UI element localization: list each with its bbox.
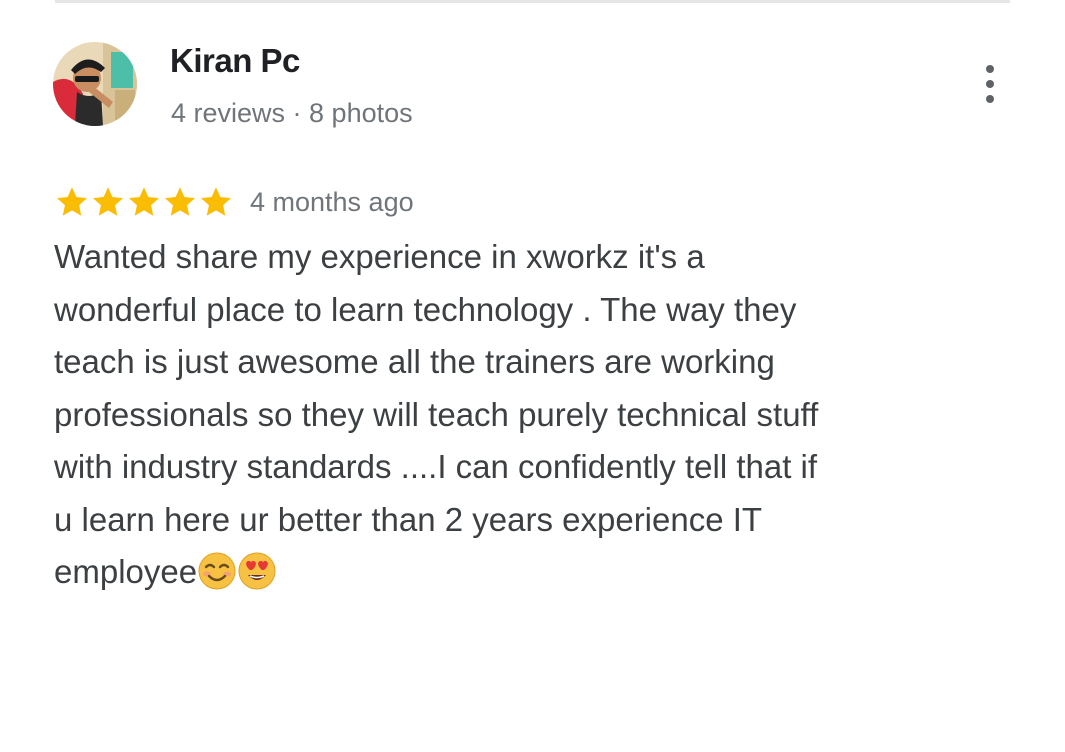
star-icon: [90, 184, 126, 220]
more-options-button[interactable]: [972, 60, 1008, 108]
reviewer-avatar[interactable]: [53, 42, 137, 126]
review-text-line: u learn here ur better than 2 years expe…: [54, 500, 763, 538]
heart-eyes-emoji: [237, 551, 277, 591]
review-text-line: teach is just awesome all the trainers a…: [54, 343, 775, 380]
star-icon: [162, 184, 198, 220]
review-text-last-line: employee: [54, 546, 954, 599]
star-icon: [126, 184, 162, 220]
review-text-line: Wanted share my experience in xworkz it'…: [54, 238, 705, 275]
review-text-line: wonderful place to learn technology . Th…: [54, 290, 797, 328]
review-text-line: employee: [54, 553, 198, 590]
review-text-line: professionals so they will teach purely …: [54, 395, 819, 433]
reviewer-name[interactable]: Kiran Pc: [170, 42, 300, 80]
reviewer-meta[interactable]: 4 reviews · 8 photos: [171, 98, 413, 129]
review-text-line: with industry standards ....I can confid…: [54, 448, 818, 485]
top-divider: [55, 0, 1010, 3]
review-time: 4 months ago: [250, 186, 414, 217]
review-text: Wanted share my experience in xworkz it'…: [54, 231, 954, 599]
smiling-face-emoji: [197, 551, 237, 591]
star-rating: [54, 184, 234, 220]
star-icon: [54, 184, 90, 220]
star-icon: [198, 184, 234, 220]
rating-row: 4 months ago: [54, 182, 414, 222]
more-vertical-icon: [986, 65, 994, 103]
